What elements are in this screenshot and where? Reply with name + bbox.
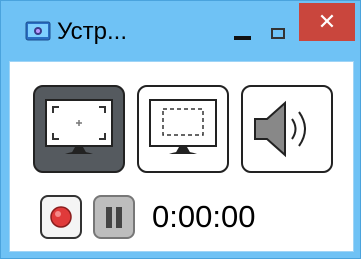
audio-mode-button[interactable] bbox=[241, 85, 333, 173]
window-title: Устр... bbox=[57, 18, 127, 45]
speaker-icon bbox=[254, 100, 306, 158]
record-button[interactable] bbox=[40, 195, 82, 239]
client-area: 0:00:00 bbox=[9, 61, 354, 252]
title-bar[interactable]: Устр... ✕ bbox=[1, 1, 360, 61]
fullscreen-mode-button[interactable] bbox=[33, 85, 125, 173]
record-icon bbox=[50, 206, 72, 228]
screen-recorder-app-icon bbox=[25, 21, 51, 41]
region-capture-icon bbox=[149, 99, 217, 154]
pause-icon bbox=[106, 207, 122, 228]
minimize-button[interactable] bbox=[223, 11, 263, 51]
recording-timer: 0:00:00 bbox=[152, 199, 256, 234]
maximize-button[interactable] bbox=[263, 11, 295, 51]
pause-button[interactable] bbox=[93, 195, 135, 239]
close-button[interactable]: ✕ bbox=[299, 3, 355, 41]
region-mode-button[interactable] bbox=[137, 85, 229, 173]
maximize-icon bbox=[271, 28, 285, 39]
app-window: Устр... ✕ 0:00:00 bbox=[0, 0, 361, 259]
close-icon: ✕ bbox=[317, 9, 337, 34]
fullscreen-capture-icon bbox=[45, 99, 113, 154]
minimize-icon bbox=[234, 36, 251, 40]
